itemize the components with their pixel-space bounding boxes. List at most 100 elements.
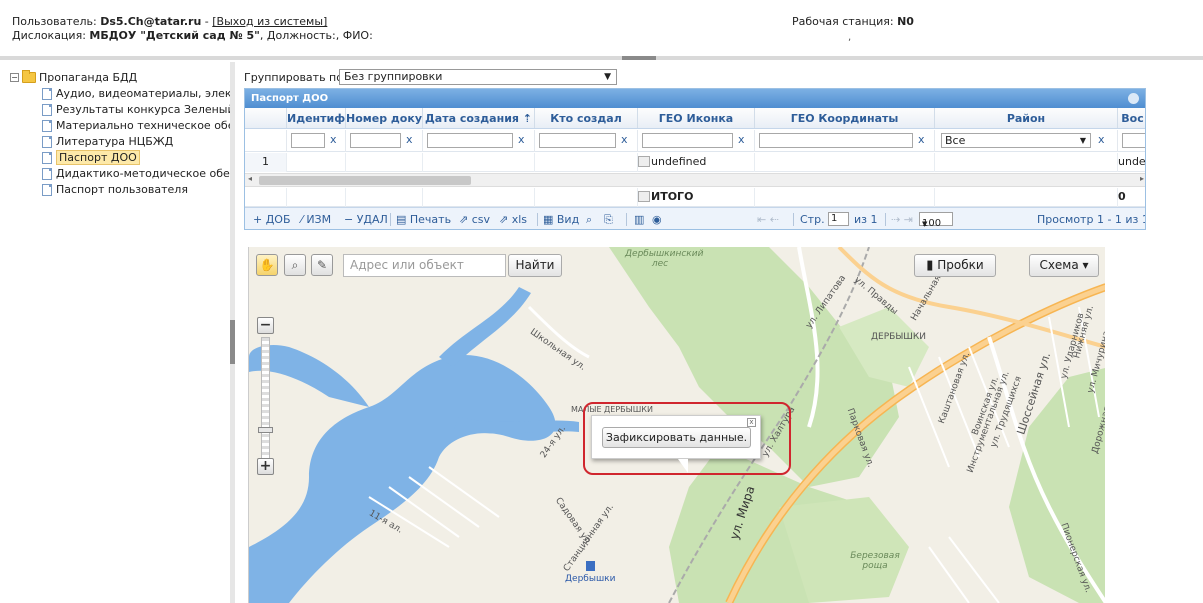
pager-divider bbox=[793, 213, 794, 226]
info-icon[interactable]: ◉ bbox=[652, 213, 662, 226]
export-csv-button[interactable]: ⇗ csv bbox=[459, 213, 490, 226]
cell-geoicon: undefined bbox=[638, 153, 755, 172]
col-extra[interactable]: Вос bbox=[1118, 108, 1145, 128]
table-row[interactable]: 1 undefined unde bbox=[245, 153, 1145, 172]
total-extra: 0 bbox=[1118, 190, 1126, 203]
tree-item-material[interactable]: Материально техническое обе bbox=[42, 118, 230, 133]
zoom-in-button[interactable]: + bbox=[257, 458, 274, 475]
traffic-label: Пробки bbox=[937, 258, 984, 272]
page-input[interactable]: 1 bbox=[828, 212, 849, 226]
filter-author-clear[interactable]: x bbox=[621, 133, 628, 146]
filter-docnum-clear[interactable]: x bbox=[406, 133, 413, 146]
data-grid: Паспорт ДОО Идентиф Номер доку Дата созд… bbox=[244, 88, 1146, 230]
view-button[interactable]: ▦ Вид bbox=[543, 213, 579, 226]
location-value: МБДОУ "Детский сад № 5" bbox=[89, 29, 260, 42]
filter-date-clear[interactable]: x bbox=[518, 133, 525, 146]
filter-geoicon-input[interactable] bbox=[642, 133, 733, 148]
tree-root[interactable]: − Пропаганда БДД bbox=[10, 70, 137, 85]
hand-tool-icon[interactable]: ✋ bbox=[256, 254, 278, 276]
filter-geoicon-clear[interactable]: x bbox=[738, 133, 745, 146]
cell-id bbox=[287, 153, 346, 172]
cell-geoicon-text: undefined bbox=[651, 155, 707, 168]
delete-button[interactable]: − УДАЛ bbox=[344, 213, 388, 226]
col-id[interactable]: Идентиф bbox=[287, 108, 346, 128]
tree-item-contest[interactable]: Результаты конкурса Зеленый bbox=[42, 102, 230, 117]
traffic-light-icon: ▮ bbox=[926, 258, 934, 273]
refresh-icon[interactable]: ⎘ bbox=[604, 213, 613, 227]
document-icon bbox=[42, 151, 52, 164]
filter-author-input[interactable] bbox=[539, 133, 616, 148]
print-button[interactable]: ▤ Печать bbox=[396, 213, 451, 226]
document-icon bbox=[42, 167, 52, 180]
filter-extra-input[interactable] bbox=[1122, 133, 1145, 148]
search-icon[interactable]: ⌕ bbox=[586, 213, 592, 227]
tree-item-label: Аудио, видеоматериалы, элек bbox=[56, 87, 230, 100]
zoom-slider-knob[interactable] bbox=[258, 427, 273, 433]
grouping-value: Без группировки bbox=[344, 70, 443, 83]
grouping-select[interactable]: Без группировки ▼ bbox=[339, 69, 617, 85]
tree-item-passport-doo[interactable]: Паспорт ДОО bbox=[42, 150, 140, 165]
zoom-control: − + bbox=[257, 317, 274, 482]
filter-district-clear[interactable]: x bbox=[1098, 133, 1105, 146]
map-label-station: Дербышки bbox=[565, 574, 616, 584]
tree-item-didactic[interactable]: Дидактико-методическое обес bbox=[42, 166, 230, 181]
magnifier-tool-icon[interactable]: ⌕ bbox=[284, 254, 306, 276]
top-splitter-grip[interactable] bbox=[622, 56, 656, 60]
col-created-date[interactable]: Дата создания ⇡ bbox=[423, 108, 535, 128]
collapse-icon[interactable]: − bbox=[10, 73, 19, 82]
map-search-input[interactable]: Адрес или объект bbox=[343, 254, 506, 277]
top-splitter[interactable] bbox=[0, 56, 1203, 60]
filter-geocoords-clear[interactable]: x bbox=[918, 133, 925, 146]
zoom-slider[interactable] bbox=[261, 337, 270, 463]
broken-image-icon bbox=[638, 191, 650, 202]
tree-item-user-passport[interactable]: Паспорт пользователя bbox=[42, 182, 188, 197]
filter-district: Все ▼ x bbox=[935, 130, 1118, 152]
map-view[interactable]: Дербышкинский лес ДЕРБЫШКИ ул. Мира Дерб… bbox=[248, 247, 1105, 603]
zoom-out-button[interactable]: − bbox=[257, 317, 274, 334]
total-geoicon: ИТОГО bbox=[638, 188, 755, 207]
map-find-button[interactable]: Найти bbox=[508, 254, 562, 277]
export-xls-button[interactable]: ⇗ xls bbox=[499, 213, 527, 226]
col-doc-number[interactable]: Номер доку bbox=[346, 108, 423, 128]
filter-docnum: x bbox=[346, 130, 423, 152]
col-district[interactable]: Район bbox=[935, 108, 1118, 128]
per-page-select[interactable]: 100 ▼ bbox=[919, 212, 953, 229]
edit-button[interactable]: ⁄ ИЗМ bbox=[301, 213, 331, 226]
cell-author bbox=[535, 153, 638, 172]
filter-district-select[interactable]: Все ▼ bbox=[941, 133, 1091, 148]
col-rownum bbox=[245, 108, 287, 128]
col-geo-icon[interactable]: ГЕО Иконка bbox=[638, 108, 755, 128]
scroll-thumb[interactable] bbox=[259, 176, 471, 185]
total-district bbox=[935, 188, 1118, 207]
filter-id-clear[interactable]: x bbox=[330, 133, 337, 146]
filter-date-input[interactable] bbox=[427, 133, 513, 148]
columns-icon[interactable]: ▥ bbox=[634, 213, 644, 226]
horizontal-scrollbar[interactable]: ◂ ▸ bbox=[245, 173, 1145, 187]
grid-caption: Паспорт ДОО bbox=[245, 89, 1145, 108]
scroll-left-icon[interactable]: ◂ bbox=[248, 174, 252, 183]
tree-item-literature[interactable]: Литература НЦБЖД bbox=[42, 134, 173, 149]
left-splitter[interactable] bbox=[230, 62, 235, 603]
collapse-grid-icon[interactable] bbox=[1128, 93, 1139, 104]
document-icon bbox=[42, 183, 52, 196]
logout-link[interactable]: [Выход из системы] bbox=[212, 15, 327, 28]
col-geo-coords[interactable]: ГЕО Координаты bbox=[755, 108, 935, 128]
ruler-tool-icon[interactable]: ✎ bbox=[311, 254, 333, 276]
left-splitter-grip[interactable] bbox=[230, 320, 235, 364]
filter-docnum-input[interactable] bbox=[350, 133, 401, 148]
app-header: Пользователь: Ds5.Ch@tatar.ru - [Выход и… bbox=[0, 0, 1203, 56]
add-button[interactable]: + ДОБ bbox=[253, 213, 291, 226]
scroll-right-icon[interactable]: ▸ bbox=[1140, 174, 1144, 183]
col-created-by[interactable]: Кто создал bbox=[535, 108, 638, 128]
first-prev-page-icon[interactable]: ⇤ ⇠ bbox=[757, 213, 779, 226]
traffic-button[interactable]: ▮ Пробки bbox=[914, 254, 996, 277]
document-icon bbox=[42, 87, 52, 100]
next-last-page-icon[interactable]: ⇢ ⇥ bbox=[891, 213, 913, 226]
filter-id-input[interactable] bbox=[291, 133, 325, 148]
filter-geocoords: x bbox=[755, 130, 935, 152]
tree-item-audio[interactable]: Аудио, видеоматериалы, элек bbox=[42, 86, 230, 101]
map-type-button[interactable]: Схема ▾ bbox=[1029, 254, 1099, 277]
total-rownum bbox=[245, 188, 287, 207]
filter-geocoords-input[interactable] bbox=[759, 133, 913, 148]
document-icon bbox=[42, 135, 52, 148]
